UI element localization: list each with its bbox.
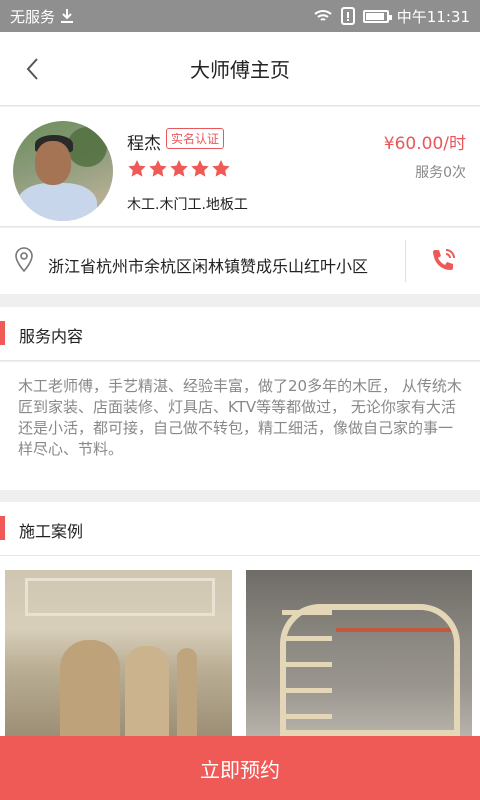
carrier-label: 无服务 — [10, 7, 56, 26]
clock: 中午11:31 — [396, 7, 470, 26]
cases-section-header: 施工案例 — [0, 502, 480, 556]
star-icon — [191, 160, 209, 177]
divider — [405, 240, 406, 282]
star-icon — [212, 160, 230, 177]
battery-icon — [362, 9, 392, 23]
sim-alert-icon — [340, 7, 355, 25]
app-header: 大师傅主页 — [0, 32, 480, 106]
location-pin-icon — [15, 247, 33, 273]
avatar — [13, 121, 113, 221]
back-arrow-icon[interactable] — [18, 54, 48, 84]
service-description: 木工老师傅，手艺精湛、经验丰富，做了20多年的木匠， 从传统木匠到家装、店面装修… — [0, 362, 480, 490]
status-bar: 无服务 中午11:31 — [0, 0, 480, 32]
skills-text: 木工.木门工.地板工 — [127, 197, 248, 213]
section-title: 施工案例 — [19, 522, 84, 541]
address-text: 浙江省杭州市余杭区闲林镇赞成乐山红叶小区 — [48, 257, 369, 276]
service-section-header: 服务内容 — [0, 307, 480, 361]
verified-badge: 实名认证 — [166, 128, 225, 149]
case-photo[interactable] — [5, 570, 232, 736]
star-icon — [149, 160, 167, 177]
master-profile-card: 程杰 实名认证 木工.木门工.地板工 ¥60.00/时 服务0次 — [0, 107, 480, 227]
section-accent-bar — [0, 321, 5, 345]
section-title: 服务内容 — [19, 327, 84, 346]
rating-stars — [127, 159, 231, 179]
phone-call-icon[interactable] — [428, 246, 458, 276]
case-photo[interactable] — [246, 570, 472, 736]
hourly-price: ¥60.00/时 — [383, 134, 466, 154]
section-accent-bar — [0, 516, 5, 540]
master-name: 程杰 — [127, 134, 161, 154]
star-icon — [128, 160, 146, 177]
case-gallery — [0, 556, 480, 736]
download-icon — [61, 9, 74, 23]
star-icon — [170, 160, 188, 177]
book-now-button[interactable]: 立即预约 — [0, 736, 480, 800]
wifi-icon — [314, 10, 332, 21]
page-title: 大师傅主页 — [190, 58, 290, 82]
address-row: 浙江省杭州市余杭区闲林镇赞成乐山红叶小区 — [0, 228, 480, 294]
service-count: 服务0次 — [415, 165, 466, 181]
